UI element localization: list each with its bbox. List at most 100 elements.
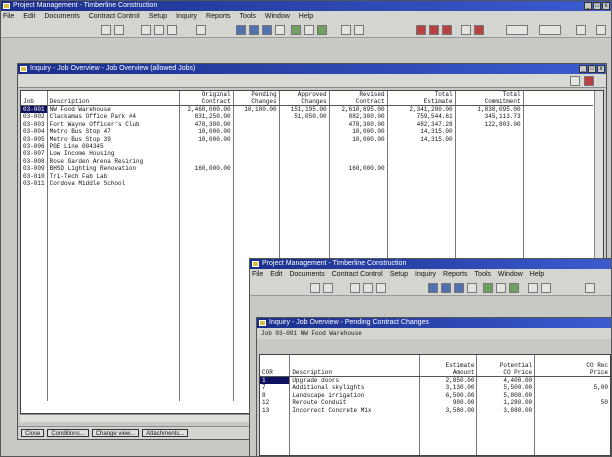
- table-row[interactable]: 8 Landscape irrigation 6,500.00 5,800.00: [260, 391, 610, 400]
- menu-reports-2[interactable]: Reports: [443, 269, 468, 280]
- col-estimate-amount-header[interactable]: Estimate Amount: [419, 355, 478, 377]
- minimize-button[interactable]: _: [584, 2, 592, 10]
- col-original-contract-header[interactable]: Original Contract: [179, 91, 234, 106]
- col-total-estimate-header[interactable]: Total Estimate: [387, 91, 456, 106]
- second-edit-icon[interactable]: [483, 283, 493, 293]
- menu-inquiry[interactable]: Inquiry: [176, 11, 197, 22]
- table-row[interactable]: 12 Reroute Conduit 980.00 1,280.00 50: [260, 399, 610, 407]
- toolbar-dropdown-b-icon[interactable]: [539, 25, 561, 35]
- second-list-icon[interactable]: [454, 283, 464, 293]
- table-row[interactable]: 03-005 Metro Bus Stop 39 10,000.00 10,000.0…: [21, 135, 593, 144]
- second-attach-icon[interactable]: [496, 283, 506, 293]
- menu-documents-2[interactable]: Documents: [289, 269, 324, 280]
- col-description-header[interactable]: Description: [47, 91, 180, 106]
- change-view-button[interactable]: Change view...: [91, 429, 140, 437]
- menu-documents[interactable]: Documents: [44, 11, 79, 22]
- toolbar-help-icon[interactable]: [596, 25, 606, 35]
- toolbar-flag-icon[interactable]: [474, 25, 484, 35]
- second-calendar-icon[interactable]: [428, 283, 438, 293]
- table-row[interactable]: 03-001 NW Food Warehouse 2,460,000.00 10,10…: [21, 105, 593, 114]
- col-potential-co-price-header[interactable]: Potential CO Price: [476, 355, 536, 377]
- toolbar-attach-icon[interactable]: [304, 25, 314, 35]
- second-paste-icon[interactable]: [376, 283, 386, 293]
- refresh-icon[interactable]: [570, 76, 580, 86]
- close-button[interactable]: x: [602, 2, 610, 10]
- job-overview-close-button[interactable]: x: [597, 65, 605, 73]
- toolbar-window-icon[interactable]: [354, 25, 364, 35]
- toolbar-report-icon[interactable]: [416, 25, 426, 35]
- second-doc-icon[interactable]: [528, 283, 538, 293]
- table-row[interactable]: 03-004 Metro Bus Stop 47 10,000.00 10,000.0…: [21, 128, 593, 136]
- menu-window[interactable]: Window: [265, 11, 290, 22]
- second-save-icon[interactable]: [310, 283, 320, 293]
- table-row[interactable]: 03-008 Rose Garden Arena Resiring: [21, 157, 593, 166]
- second-chart-icon[interactable]: [467, 283, 477, 293]
- conditions-button[interactable]: Conditions...: [47, 429, 89, 437]
- col-approved-changes-header[interactable]: Approved Changes: [279, 91, 330, 106]
- toolbar-options-icon[interactable]: [576, 25, 586, 35]
- table-row[interactable]: 03-007 Low Income Housing: [21, 150, 593, 158]
- toolbar-graph-icon[interactable]: [442, 25, 452, 35]
- toolbar-print-icon[interactable]: [114, 25, 124, 35]
- attachments-button[interactable]: Attachments...: [142, 429, 189, 437]
- menu-tools[interactable]: Tools: [240, 11, 256, 22]
- col-revised-contract-header[interactable]: Revised Contract: [329, 91, 388, 106]
- second-extra-icon[interactable]: [585, 283, 595, 293]
- menu-edit[interactable]: Edit: [23, 11, 35, 22]
- menu-inquiry-2[interactable]: Inquiry: [415, 269, 436, 280]
- menu-contract-control-2[interactable]: Contract Control: [332, 269, 383, 280]
- table-row[interactable]: 03-006 PGE Line 004345: [21, 143, 593, 151]
- toolbar-mail-icon[interactable]: [461, 25, 471, 35]
- second-copy-icon[interactable]: [363, 283, 373, 293]
- table-row[interactable]: 13 Incorrect Concrete Mix 3,580.00 3,880.00: [260, 406, 610, 415]
- table-row[interactable]: 1 Upgrade doors 2,850.00 4,400.00: [260, 376, 610, 385]
- job-overview-minimize-button[interactable]: _: [579, 65, 587, 73]
- col-job-header[interactable]: Job: [21, 91, 48, 106]
- col-pending-changes-header[interactable]: Pending Changes: [233, 91, 280, 106]
- toolbar-check-icon[interactable]: [317, 25, 327, 35]
- second-grid-icon[interactable]: [441, 283, 451, 293]
- menu-contract-control[interactable]: Contract Control: [89, 11, 140, 22]
- menu-file-2[interactable]: File: [252, 269, 263, 280]
- toolbar-dropdown-a-icon[interactable]: [506, 25, 528, 35]
- maximize-button[interactable]: □: [593, 2, 601, 10]
- second-print-icon[interactable]: [323, 283, 333, 293]
- col-cor-header[interactable]: COR: [260, 355, 291, 377]
- table-row[interactable]: 03-011 Cordova Middle School: [21, 180, 593, 188]
- table-row[interactable]: 03-010 Tri-Tech Fab Lab: [21, 172, 593, 181]
- toolbar-bar-chart-icon[interactable]: [429, 25, 439, 35]
- toolbar-paste-icon[interactable]: [167, 25, 177, 35]
- second-cut-icon[interactable]: [350, 283, 360, 293]
- menu-file[interactable]: File: [3, 11, 14, 22]
- second-check-icon[interactable]: [509, 283, 519, 293]
- print-view-icon[interactable]: [584, 76, 594, 86]
- menu-help-2[interactable]: Help: [530, 269, 544, 280]
- toolbar-list-icon[interactable]: [262, 25, 272, 35]
- close-dialog-button[interactable]: Close: [21, 429, 45, 437]
- menu-setup[interactable]: Setup: [149, 11, 167, 22]
- second-window-icon[interactable]: [541, 283, 551, 293]
- job-overview-maximize-button[interactable]: □: [588, 65, 596, 73]
- toolbar-chart-icon[interactable]: [275, 25, 285, 35]
- table-row[interactable]: 03-009 BHSD Lighting Renovation 160,000.00…: [21, 165, 593, 173]
- menu-tools-2[interactable]: Tools: [475, 269, 491, 280]
- menu-help[interactable]: Help: [299, 11, 313, 22]
- toolbar-edit-icon[interactable]: [291, 25, 301, 35]
- col-co-rec-price-header[interactable]: CO Rec Price: [534, 355, 610, 377]
- toolbar-find-icon[interactable]: [196, 25, 206, 35]
- toolbar-copy-icon[interactable]: [154, 25, 164, 35]
- toolbar-calendar-icon[interactable]: [236, 25, 246, 35]
- col-total-commitment-header[interactable]: Total Commitment: [455, 91, 524, 106]
- toolbar-grid-icon[interactable]: [249, 25, 259, 35]
- menu-setup-2[interactable]: Setup: [390, 269, 408, 280]
- job-overview-horizontal-scrollbar[interactable]: [20, 414, 250, 422]
- table-row[interactable]: 7 Additional skylights 3,130.00 5,500.00 5,0…: [260, 384, 610, 392]
- menu-window-2[interactable]: Window: [498, 269, 523, 280]
- toolbar-cut-icon[interactable]: [141, 25, 151, 35]
- menu-edit-2[interactable]: Edit: [270, 269, 282, 280]
- table-row[interactable]: 03-002 Clackamas Office Park #4 831,250.00…: [21, 113, 593, 121]
- menu-reports[interactable]: Reports: [206, 11, 231, 22]
- toolbar-doc-icon[interactable]: [341, 25, 351, 35]
- table-row[interactable]: 03-003 Fort Wayne Officer's Club 478,300.0…: [21, 120, 593, 129]
- col-pcc-description-header[interactable]: Description: [289, 355, 420, 377]
